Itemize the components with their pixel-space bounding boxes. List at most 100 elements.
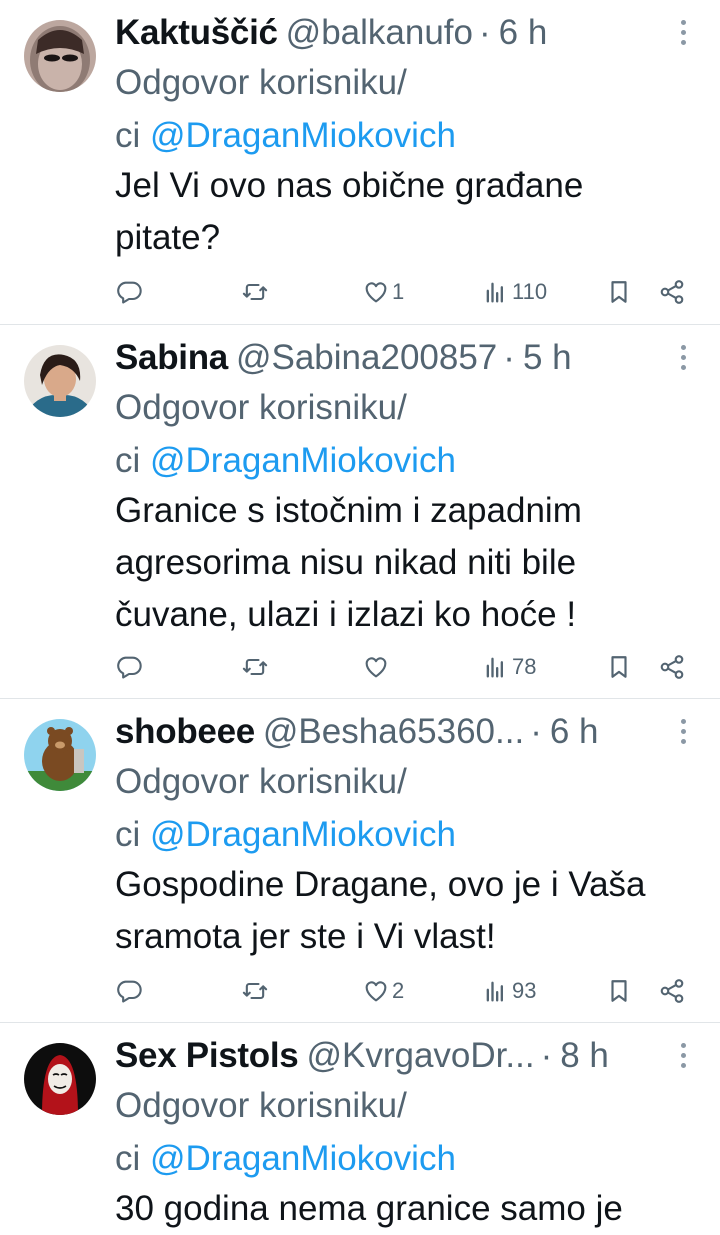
tweet-text-line: Granice s istočnim i zapadnim <box>115 491 582 530</box>
reply-context: Odgovor korisniku/ ci @DraganMiokovich <box>115 755 456 861</box>
action-bar: 78 <box>0 647 720 687</box>
views-icon <box>486 282 503 303</box>
view-count: 110 <box>512 279 548 304</box>
reply-icon <box>117 980 142 1003</box>
avatar[interactable] <box>24 345 96 417</box>
views-button[interactable]: 78 <box>482 647 536 687</box>
like-button[interactable]: 2 <box>362 971 404 1011</box>
bookmark-button[interactable] <box>606 647 632 687</box>
bookmark-button[interactable] <box>606 272 632 312</box>
timestamp[interactable]: 6 h <box>499 12 548 54</box>
user-name[interactable]: Sex Pistols <box>115 1035 299 1077</box>
reply-context: Odgovor korisniku/ ci @DraganMiokovich <box>115 381 456 487</box>
retweet-icon <box>242 982 268 1000</box>
tweet-text-line: agresorima nisu nikad niti bile <box>115 543 577 582</box>
bookmark-button[interactable] <box>606 971 632 1011</box>
separator: · <box>530 712 542 751</box>
share-icon <box>660 979 684 1003</box>
heart-icon <box>365 657 387 678</box>
timestamp[interactable]: 6 h <box>550 711 599 753</box>
tweet-header: Sex Pistols @KvrgavoDr... · 8 h <box>115 1035 660 1077</box>
reply-prefix: Odgovor korisniku/ <box>115 388 407 427</box>
avatar-image <box>24 1043 96 1115</box>
heart-icon <box>365 282 387 303</box>
reply-button[interactable] <box>115 647 143 687</box>
reply-prefix: Odgovor korisniku/ <box>115 1086 407 1125</box>
share-icon <box>660 655 684 679</box>
reply-prefix-cont: ci <box>115 116 150 155</box>
like-count: 2 <box>392 978 405 1003</box>
reply-icon <box>117 656 142 679</box>
reply-prefix: Odgovor korisniku/ <box>115 63 407 102</box>
retweet-icon <box>242 283 268 301</box>
share-button[interactable] <box>658 272 686 312</box>
avatar-image <box>24 20 96 92</box>
retweet-button[interactable] <box>240 971 270 1011</box>
reply-mention-link[interactable]: @DraganMiokovich <box>150 441 456 480</box>
reply-prefix: Odgovor korisniku/ <box>115 762 407 801</box>
more-icon[interactable] <box>676 20 690 50</box>
reply-context: Odgovor korisniku/ ci @DraganMiokovich <box>115 1079 456 1185</box>
views-button[interactable]: 93 <box>482 971 536 1011</box>
avatar[interactable] <box>24 719 96 791</box>
timestamp[interactable]: 8 h <box>560 1035 609 1077</box>
tweet[interactable]: Sabina @Sabina200857 · 5 h Odgovor koris… <box>0 325 720 699</box>
view-count: 93 <box>512 978 537 1003</box>
more-icon[interactable] <box>676 1043 690 1073</box>
timestamp[interactable]: 5 h <box>523 337 572 379</box>
reply-prefix-cont: ci <box>115 441 150 480</box>
bookmark-icon <box>611 281 627 303</box>
tweet[interactable]: Kaktuščić @balkanufo · 6 h Odgovor koris… <box>0 0 720 325</box>
avatar[interactable] <box>24 1043 96 1115</box>
more-icon[interactable] <box>676 345 690 375</box>
user-name[interactable]: Kaktuščić <box>115 12 278 54</box>
separator: · <box>479 13 491 52</box>
views-icon <box>486 981 503 1002</box>
user-name[interactable]: shobeee <box>115 711 255 753</box>
tweet-text: Jel Vi ovo nas obične građane pitate? <box>115 160 705 264</box>
tweet[interactable]: shobeee @Besha65360... · 6 h Odgovor kor… <box>0 699 720 1023</box>
like-button[interactable]: 1 <box>362 272 404 312</box>
user-name[interactable]: Sabina <box>115 337 228 379</box>
tweet-text-line: 30 godina nema granice samo je <box>115 1189 623 1228</box>
tweet-text-line: Jel Vi ovo nas obične građane <box>115 166 584 205</box>
user-handle[interactable]: @Sabina200857 <box>236 337 497 379</box>
tweet-header: Sabina @Sabina200857 · 5 h <box>115 337 660 379</box>
reply-context: Odgovor korisniku/ ci @DraganMiokovich <box>115 56 456 162</box>
avatar-image <box>24 345 96 417</box>
views-icon <box>486 657 503 678</box>
reply-icon <box>117 281 142 304</box>
share-button[interactable] <box>658 971 686 1011</box>
tweet-text: Granice s istočnim i zapadnim agresorima… <box>115 485 705 641</box>
tweet-text-line: čuvane, ulazi i izlazi ko hoće ! <box>115 595 577 634</box>
view-count: 78 <box>512 654 537 679</box>
avatar-image <box>24 719 96 791</box>
reply-mention-link[interactable]: @DraganMiokovich <box>150 815 456 854</box>
reply-button[interactable] <box>115 272 143 312</box>
tweet-text-line: sramota jer ste i Vi vlast! <box>115 917 496 956</box>
separator: · <box>503 338 515 377</box>
avatar[interactable] <box>24 20 96 92</box>
action-bar: 1 110 <box>0 272 720 312</box>
heart-icon <box>365 981 387 1002</box>
tweet-header: Kaktuščić @balkanufo · 6 h <box>115 12 660 54</box>
reply-button[interactable] <box>115 971 143 1011</box>
tweet-text-line: Gospodine Dragane, ovo je i Vaša <box>115 865 646 904</box>
retweet-button[interactable] <box>240 272 270 312</box>
retweet-icon <box>242 658 268 676</box>
reply-mention-link[interactable]: @DraganMiokovich <box>150 116 456 155</box>
user-handle[interactable]: @Besha65360... <box>263 711 524 753</box>
retweet-button[interactable] <box>240 647 270 687</box>
like-button[interactable] <box>362 647 392 687</box>
views-button[interactable]: 110 <box>482 272 547 312</box>
more-icon[interactable] <box>676 719 690 749</box>
tweet-header: shobeee @Besha65360... · 6 h <box>115 711 660 753</box>
share-button[interactable] <box>658 647 686 687</box>
reply-mention-link[interactable]: @DraganMiokovich <box>150 1139 456 1178</box>
user-handle[interactable]: @balkanufo <box>286 12 473 54</box>
user-handle[interactable]: @KvrgavoDr... <box>306 1035 534 1077</box>
bookmark-icon <box>611 980 627 1002</box>
tweet[interactable]: Sex Pistols @KvrgavoDr... · 8 h Odgovor … <box>0 1023 720 1228</box>
reply-prefix-cont: ci <box>115 1139 150 1178</box>
like-count: 1 <box>392 279 405 304</box>
